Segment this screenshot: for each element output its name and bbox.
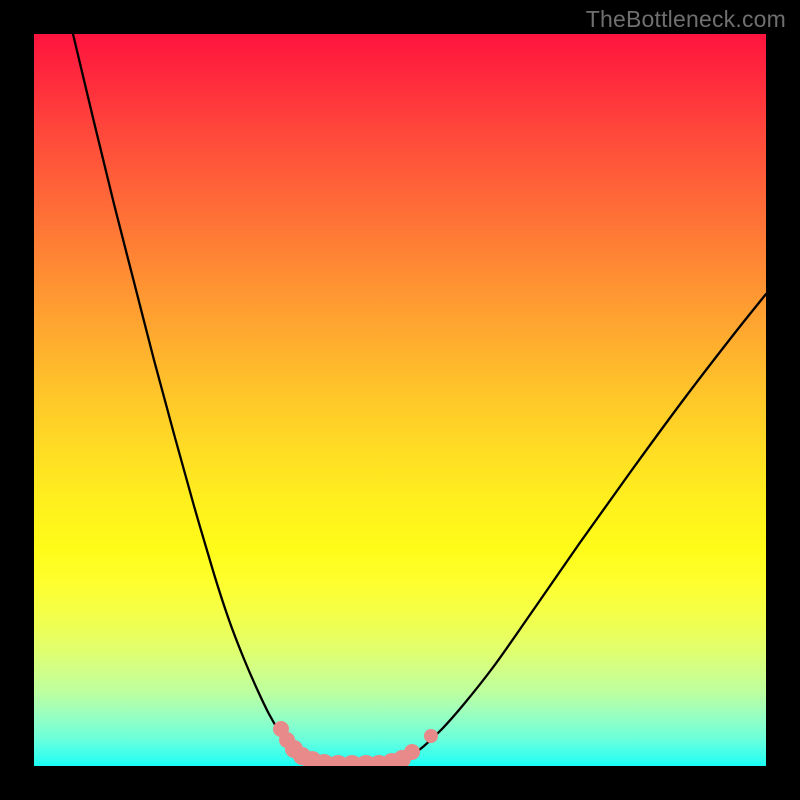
data-markers <box>273 721 438 766</box>
right-up-gap <box>424 729 438 743</box>
right-up-1 <box>404 744 420 760</box>
bottleneck-curve <box>73 34 766 765</box>
watermark-text: TheBottleneck.com <box>586 6 786 33</box>
plot-area <box>34 34 766 766</box>
chart-frame: TheBottleneck.com <box>0 0 800 800</box>
curve-canvas <box>34 34 766 766</box>
